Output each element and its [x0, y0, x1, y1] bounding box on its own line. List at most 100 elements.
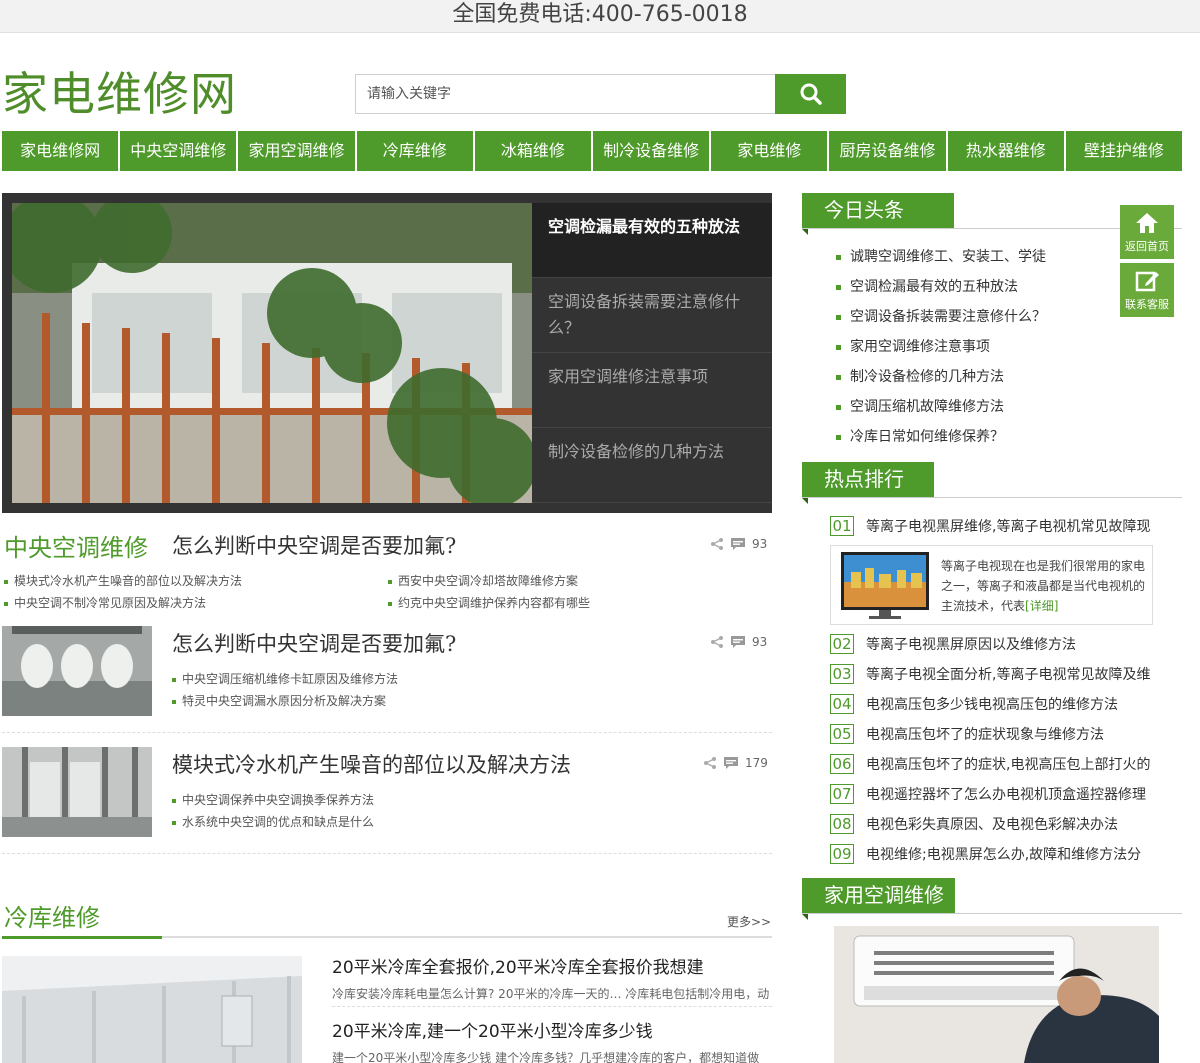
cold-storage-desc: 冷库安装冷库耗电量怎么计算? 20平米的冷库一天的… 冷库耗电包括制冷用电，动	[332, 987, 770, 1001]
rank-item[interactable]: 01 等离子电视黑屏维修,等离子电视机常见故障现	[830, 516, 1160, 536]
feature-slider: 空调检漏最有效的五种放法 空调设备拆装需要注意修什么？ 家用空调维修注意事项 制…	[2, 193, 772, 513]
nav-item-cold-storage[interactable]: 冷库维修	[356, 131, 475, 171]
cold-storage-title[interactable]: 20平米冷库全套报价,20平米冷库全套报价我想建	[332, 953, 704, 978]
slide-item[interactable]: 空调检漏最有效的五种放法	[532, 203, 772, 278]
rank-card[interactable]: 等离子电视现在也是我们很常用的家电之一，等离子和液晶都是当代电视机的主流技术，代…	[830, 545, 1153, 625]
rank-text: 电视高压包坏了的症状,电视高压包上部打火的	[866, 757, 1151, 773]
rank-item[interactable]: 03 等离子电视全面分析,等离子电视常见故障及维	[830, 664, 1160, 684]
rank-text: 等离子电视全面分析,等离子电视常见故障及维	[866, 667, 1151, 683]
rank-item[interactable]: 06 电视高压包坏了的症状,电视高压包上部打火的	[830, 754, 1160, 774]
search-box	[355, 74, 846, 114]
rank-item[interactable]: 05 电视高压包坏了的症状现象与维修方法	[830, 724, 1160, 744]
rank-text: 电视色彩失真原因、及电视色彩解决办法	[866, 817, 1118, 833]
headline-item[interactable]: 空调设备拆装需要注意修什么？	[836, 306, 1046, 326]
headline-item[interactable]: 空调压缩机故障维修方法	[836, 396, 1004, 416]
nav-item-appliance[interactable]: 家电维修	[711, 131, 830, 171]
sidebar-tab-home-ac: 家用空调维修	[802, 878, 955, 920]
rank-item[interactable]: 08 电视色彩失真原因、及电视色彩解决办法	[830, 814, 1160, 834]
article-title[interactable]: 怎么判断中央空调是否要加氟?	[172, 628, 456, 658]
share-icon[interactable]	[710, 635, 724, 649]
site-logo[interactable]: 家电维修网	[2, 58, 237, 124]
slide-image[interactable]	[12, 203, 532, 503]
divider	[802, 913, 1182, 914]
divider	[2, 732, 772, 733]
nav-item-kitchen[interactable]: 厨房设备维修	[829, 131, 948, 171]
rank-text: 等离子电视黑屏维修,等离子电视机常见故障现	[866, 519, 1151, 535]
article-title[interactable]: 怎么判断中央空调是否要加氟?	[172, 530, 456, 560]
search-input[interactable]	[355, 74, 776, 114]
section-title-central-ac[interactable]: 中央空调维修	[4, 528, 148, 563]
section-underline	[2, 936, 772, 939]
nav-item-wall-boiler[interactable]: 壁挂护维修	[1065, 131, 1183, 171]
share-icon[interactable]	[703, 756, 717, 770]
cold-storage-image[interactable]	[2, 956, 302, 1063]
related-link[interactable]: 特灵中央空调漏水原因分析及解决方案	[172, 692, 386, 709]
related-link[interactable]: 模块式冷水机产生噪音的部位以及解决方法	[4, 572, 242, 589]
slide-item[interactable]: 空调设备拆装需要注意修什么？	[532, 278, 772, 353]
rank-number: 05	[830, 724, 854, 744]
cold-storage-desc: 建一个20平米小型冷库多少钱 建个冷库多钱？几乎想建冷库的客户，都想知道做	[332, 1051, 760, 1063]
headline-item[interactable]: 家用空调维修注意事项	[836, 336, 990, 356]
section-title-cold-storage[interactable]: 冷库维修	[4, 898, 100, 933]
rank-item[interactable]: 02 等离子电视黑屏原因以及维修方法	[830, 634, 1160, 654]
rank-item[interactable]: 09 电视维修;电视黑屏怎么办,故障和维修方法分	[830, 844, 1160, 864]
rank-card-desc: 等离子电视现在也是我们很常用的家电之一，等离子和液晶都是当代电视机的主流技术，代…	[941, 556, 1146, 616]
hotline-text: 全国免费电话:400-765-0018	[452, 2, 748, 27]
cold-storage-title[interactable]: 20平米冷库,建一个20平米小型冷库多少钱	[332, 1017, 653, 1042]
rank-text: 电视高压包多少钱电视高压包的维修方法	[866, 697, 1118, 713]
nav-item-central-ac[interactable]: 中央空调维修	[120, 131, 239, 171]
contact-service-label: 联系客服	[1125, 297, 1169, 311]
rank-number: 08	[830, 814, 854, 834]
detail-link[interactable]: [详细]	[1025, 599, 1058, 613]
related-link[interactable]: 中央空调压缩机维修卡缸原因及维修方法	[172, 670, 398, 687]
contact-service-button[interactable]: 联系客服	[1120, 263, 1174, 317]
divider	[2, 853, 772, 854]
related-link[interactable]: 西安中央空调冷却塔故障维修方案	[388, 572, 578, 589]
rank-number: 06	[830, 754, 854, 774]
related-link[interactable]: 水系统中央空调的优点和缺点是什么	[172, 813, 374, 830]
related-link[interactable]: 约克中央空调维护保养内容都有哪些	[388, 594, 590, 611]
divider	[802, 497, 1182, 498]
rank-number: 01	[830, 516, 854, 536]
rank-text: 电视维修;电视黑屏怎么办,故障和维修方法分	[866, 847, 1142, 863]
nav-item-water-heater[interactable]: 热水器维修	[947, 131, 1066, 171]
share-icon[interactable]	[710, 537, 724, 551]
nav-item-fridge[interactable]: 冰箱维修	[474, 131, 594, 171]
search-button[interactable]	[775, 74, 846, 114]
article-thumbnail[interactable]	[2, 747, 152, 837]
edit-icon	[1135, 271, 1159, 291]
rank-text: 电视遥控器坏了怎么办电视机顶盒遥控器修理	[866, 787, 1146, 803]
more-link[interactable]: 更多>>	[727, 913, 771, 930]
nav-item-home-ac[interactable]: 家用空调维修	[238, 131, 357, 171]
slide-item[interactable]: 制冷设备检修的几种方法	[532, 428, 772, 503]
tv-image	[841, 552, 929, 619]
article-title[interactable]: 模块式冷水机产生噪音的部位以及解决方法	[172, 749, 571, 779]
slide-item[interactable]: 家用空调维修注意事项	[532, 353, 772, 428]
slide-list: 空调检漏最有效的五种放法 空调设备拆装需要注意修什么？ 家用空调维修注意事项 制…	[532, 203, 772, 503]
related-link[interactable]: 中央空调保养中央空调换季保养方法	[172, 791, 374, 808]
rank-item[interactable]: 04 电视高压包多少钱电视高压包的维修方法	[830, 694, 1160, 714]
headline-item[interactable]: 冷库日常如何维修保养？	[836, 426, 1004, 446]
article-thumbnail[interactable]	[2, 626, 152, 716]
rank-item[interactable]: 07 电视遥控器坏了怎么办电视机顶盒遥控器修理	[830, 784, 1160, 804]
home-ac-image[interactable]	[834, 926, 1159, 1063]
comment-icon	[731, 538, 745, 550]
nav-item-home[interactable]: 家电维修网	[2, 131, 121, 171]
divider	[332, 1006, 772, 1007]
rank-number: 04	[830, 694, 854, 714]
search-icon	[800, 83, 822, 105]
comment-icon	[731, 636, 745, 648]
related-link[interactable]: 中央空调不制冷常见原因及解决方法	[4, 594, 206, 611]
nav-item-refrigeration[interactable]: 制冷设备维修	[593, 131, 712, 171]
headline-item[interactable]: 诚聘空调维修工、安装工、学徒	[836, 246, 1046, 266]
comment-icon	[724, 757, 738, 769]
main-nav: 家电维修网 中央空调维修 家用空调维修 冷库维修 冰箱维修 制冷设备维修 家电维…	[2, 131, 1183, 171]
headline-item[interactable]: 空调检漏最有效的五种放法	[836, 276, 1018, 296]
sidebar-tab-hot: 热点排行	[802, 462, 934, 504]
back-home-button[interactable]: 返回首页	[1120, 205, 1174, 259]
article-meta: 179	[703, 756, 768, 770]
rank-number: 07	[830, 784, 854, 804]
headline-item[interactable]: 制冷设备检修的几种方法	[836, 366, 1004, 386]
rank-text: 电视高压包坏了的症状现象与维修方法	[866, 727, 1104, 743]
hotline-bar: 全国免费电话:400-765-0018	[0, 0, 1200, 33]
